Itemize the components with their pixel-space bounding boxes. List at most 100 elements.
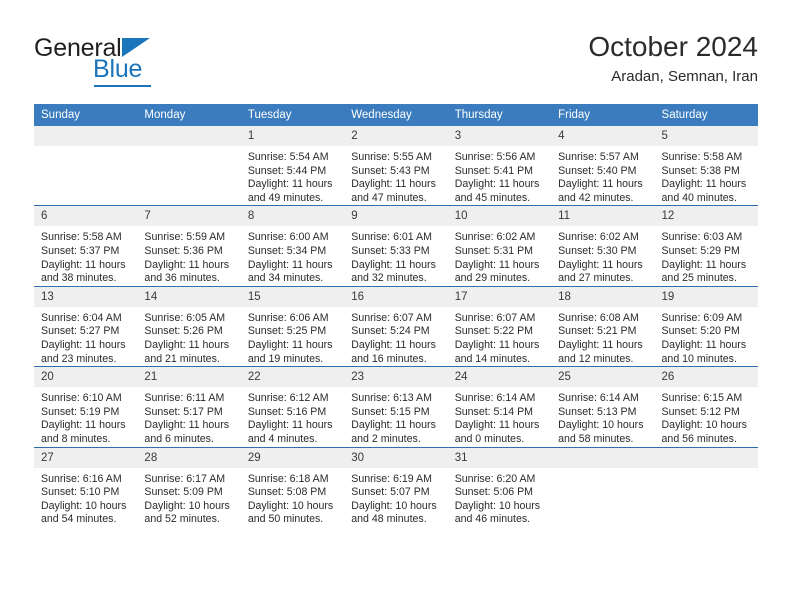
calendar-day-cell[interactable]: 4 Sunrise: 5:57 AM Sunset: 5:40 PM Daylight… (551, 126, 655, 206)
day-details: Sunrise: 6:13 AM Sunset: 5:15 PM Daylight:… (344, 387, 447, 446)
calendar-day-cell[interactable]: 18 Sunrise: 6:08 AM Sunset: 5:21 PM Dayligh… (551, 285, 655, 367)
calendar-day-cell[interactable]: 30 Sunrise: 6:19 AM Sunset: 5:07 PM Dayligh… (344, 446, 448, 527)
sunset-text: Sunset: 5:09 PM (144, 486, 223, 499)
calendar-day-cell[interactable]: 17 Sunrise: 6:07 AM Sunset: 5:22 PM Dayligh… (447, 285, 552, 367)
calendar-day-cell[interactable]: 1 Sunrise: 5:54 AM Sunset: 5:44 PM Daylight… (240, 126, 345, 206)
calendar-day-cell[interactable]: 16 Sunrise: 6:07 AM Sunset: 5:24 PM Dayligh… (344, 285, 448, 367)
day-details: Sunrise: 5:55 AM Sunset: 5:43 PM Daylight:… (344, 146, 447, 205)
calendar-day-cell[interactable]: 12 Sunrise: 6:03 AM Sunset: 5:29 PM Dayligh… (654, 205, 758, 287)
sunrise-text: Sunrise: 6:05 AM (144, 311, 226, 324)
calendar-day-cell[interactable]: 28 Sunrise: 6:17 AM Sunset: 5:09 PM Dayligh… (137, 446, 241, 527)
weekday-header-saturday: Saturday (654, 104, 758, 126)
sunrise-text: Sunrise: 5:55 AM (351, 151, 432, 163)
calendar-page: General Blue October 2024 Aradan, Semnan… (0, 0, 792, 612)
calendar-day-cell[interactable]: 5 Sunrise: 5:58 AM Sunset: 5:38 PM Daylight… (654, 126, 758, 206)
sunrise-text: Sunrise: 6:13 AM (351, 392, 432, 405)
sunrise-text: Sunrise: 6:03 AM (661, 231, 743, 244)
calendar-day-cell[interactable]: 26 Sunrise: 6:15 AM Sunset: 5:12 PM Dayligh… (654, 366, 758, 447)
day-details: Sunrise: 6:03 AM Sunset: 5:29 PM Daylight:… (655, 226, 758, 285)
day-details: Sunrise: 5:59 AM Sunset: 5:36 PM Daylight:… (137, 226, 240, 285)
calendar-day-cell-empty (137, 126, 241, 206)
sunrise-text: Sunrise: 6:01 AM (351, 231, 432, 244)
daylight-text: Daylight: 10 hours and 58 minutes. (558, 419, 644, 445)
calendar-day-cell[interactable]: 3 Sunrise: 5:56 AM Sunset: 5:41 PM Daylight… (447, 126, 552, 206)
sunrise-text: Sunrise: 6:07 AM (454, 311, 536, 324)
calendar-week-row: 27 Sunrise: 6:16 AM Sunset: 5:10 PM Dayligh… (34, 446, 758, 527)
sunrise-text: Sunrise: 6:02 AM (454, 231, 536, 244)
calendar-day-cell[interactable]: 27 Sunrise: 6:16 AM Sunset: 5:10 PM Dayligh… (34, 446, 138, 527)
sunrise-text: Sunrise: 6:04 AM (41, 311, 122, 324)
sunrise-text: Sunrise: 6:06 AM (247, 311, 329, 324)
sunset-text: Sunset: 5:36 PM (144, 244, 223, 257)
calendar-day-cell[interactable]: 14 Sunrise: 6:05 AM Sunset: 5:26 PM Dayligh… (137, 285, 241, 367)
calendar-day-cell[interactable]: 11 Sunrise: 6:02 AM Sunset: 5:30 PM Dayligh… (551, 205, 655, 287)
sunrise-text: Sunrise: 6:08 AM (558, 311, 639, 324)
daylight-text: Daylight: 11 hours and 32 minutes. (351, 258, 436, 285)
general-blue-logo[interactable]: General Blue (34, 34, 244, 92)
sunset-text: Sunset: 5:44 PM (247, 164, 327, 177)
day-number: 20 (34, 367, 138, 388)
page-title: October 2024 (588, 31, 758, 62)
calendar-day-cell[interactable]: 13 Sunrise: 6:04 AM Sunset: 5:27 PM Dayligh… (34, 285, 138, 367)
calendar-day-cell[interactable]: 15 Sunrise: 6:06 AM Sunset: 5:25 PM Dayligh… (240, 285, 345, 367)
sunrise-text: Sunrise: 6:07 AM (351, 311, 432, 324)
day-details: Sunrise: 6:19 AM Sunset: 5:07 PM Daylight:… (344, 468, 447, 527)
sunset-text: Sunset: 5:22 PM (454, 325, 534, 338)
day-number: 30 (344, 447, 448, 468)
daylight-text: Daylight: 11 hours and 19 minutes. (247, 338, 333, 365)
calendar-week-row: 20 Sunrise: 6:10 AM Sunset: 5:19 PM Dayligh… (34, 366, 758, 447)
day-number: 10 (447, 206, 552, 227)
daylight-text: Daylight: 11 hours and 40 minutes. (661, 178, 747, 204)
day-number: 17 (447, 286, 552, 307)
calendar-day-cell[interactable]: 22 Sunrise: 6:12 AM Sunset: 5:16 PM Dayligh… (240, 366, 345, 447)
day-number: 14 (137, 286, 241, 307)
day-details: Sunrise: 6:12 AM Sunset: 5:16 PM Daylight:… (241, 387, 344, 446)
sunrise-text: Sunrise: 6:02 AM (558, 231, 639, 244)
sunrise-text: Sunrise: 6:16 AM (41, 472, 122, 485)
weekday-header-friday: Friday (551, 104, 655, 126)
day-number: 18 (551, 286, 655, 307)
day-details: Sunrise: 6:08 AM Sunset: 5:21 PM Daylight:… (551, 307, 654, 366)
day-details: Sunrise: 6:05 AM Sunset: 5:26 PM Daylight:… (137, 307, 240, 366)
day-number: 12 (654, 206, 758, 227)
sunrise-text: Sunrise: 6:00 AM (247, 231, 329, 244)
calendar-day-cell[interactable]: 24 Sunrise: 6:14 AM Sunset: 5:14 PM Dayligh… (447, 366, 552, 447)
calendar-day-cell[interactable]: 19 Sunrise: 6:09 AM Sunset: 5:20 PM Dayligh… (654, 285, 758, 367)
sunset-text: Sunset: 5:34 PM (247, 244, 327, 257)
sunset-text: Sunset: 5:40 PM (558, 164, 637, 177)
calendar-day-cell[interactable]: 23 Sunrise: 6:13 AM Sunset: 5:15 PM Dayligh… (344, 366, 448, 447)
day-details: Sunrise: 6:18 AM Sunset: 5:08 PM Daylight:… (241, 468, 344, 527)
daylight-text: Daylight: 10 hours and 50 minutes. (247, 499, 334, 526)
calendar-day-cell[interactable]: 21 Sunrise: 6:11 AM Sunset: 5:17 PM Dayligh… (137, 366, 241, 447)
day-details: Sunrise: 6:10 AM Sunset: 5:19 PM Daylight:… (34, 387, 137, 446)
calendar-day-cell[interactable]: 29 Sunrise: 6:18 AM Sunset: 5:08 PM Dayligh… (240, 446, 345, 527)
calendar-day-cell[interactable]: 2 Sunrise: 5:55 AM Sunset: 5:43 PM Daylight… (344, 126, 448, 206)
day-number (34, 126, 138, 146)
day-number: 8 (240, 206, 345, 227)
daylight-text: Daylight: 10 hours and 54 minutes. (41, 499, 127, 526)
sunset-text: Sunset: 5:29 PM (661, 244, 740, 257)
sunset-text: Sunset: 5:15 PM (351, 405, 430, 418)
calendar-day-cell[interactable]: 10 Sunrise: 6:02 AM Sunset: 5:31 PM Dayligh… (447, 205, 552, 287)
calendar-header-row: Sunday Monday Tuesday Wednesday Thursday… (34, 104, 758, 126)
calendar-day-cell[interactable]: 7 Sunrise: 5:59 AM Sunset: 5:36 PM Daylight… (137, 205, 241, 287)
day-details: Sunrise: 6:14 AM Sunset: 5:13 PM Daylight:… (551, 387, 654, 446)
calendar-day-cell[interactable]: 25 Sunrise: 6:14 AM Sunset: 5:13 PM Dayligh… (551, 366, 655, 447)
calendar-day-cell[interactable]: 6 Sunrise: 5:58 AM Sunset: 5:37 PM Daylight… (34, 205, 138, 287)
day-number: 24 (447, 367, 552, 388)
sunrise-text: Sunrise: 6:14 AM (454, 392, 536, 405)
sunset-text: Sunset: 5:12 PM (661, 405, 740, 418)
sunset-text: Sunset: 5:37 PM (41, 244, 120, 257)
calendar-day-cell[interactable]: 31 Sunrise: 6:20 AM Sunset: 5:06 PM Dayligh… (447, 446, 552, 527)
calendar-day-cell[interactable]: 20 Sunrise: 6:10 AM Sunset: 5:19 PM Dayligh… (34, 366, 138, 447)
calendar-day-cell-empty (654, 446, 758, 527)
calendar-table: Sunday Monday Tuesday Wednesday Thursday… (34, 104, 758, 527)
calendar-week-row: 13 Sunrise: 6:04 AM Sunset: 5:27 PM Dayligh… (34, 285, 758, 367)
day-details (655, 468, 758, 483)
sunset-text: Sunset: 5:24 PM (351, 325, 430, 338)
calendar-day-cell[interactable]: 9 Sunrise: 6:01 AM Sunset: 5:33 PM Daylight… (344, 205, 448, 287)
calendar-day-cell[interactable]: 8 Sunrise: 6:00 AM Sunset: 5:34 PM Daylight… (240, 205, 345, 287)
sunrise-text: Sunrise: 5:58 AM (661, 151, 743, 163)
daylight-text: Daylight: 11 hours and 4 minutes. (247, 419, 333, 445)
sunset-text: Sunset: 5:41 PM (454, 164, 534, 177)
